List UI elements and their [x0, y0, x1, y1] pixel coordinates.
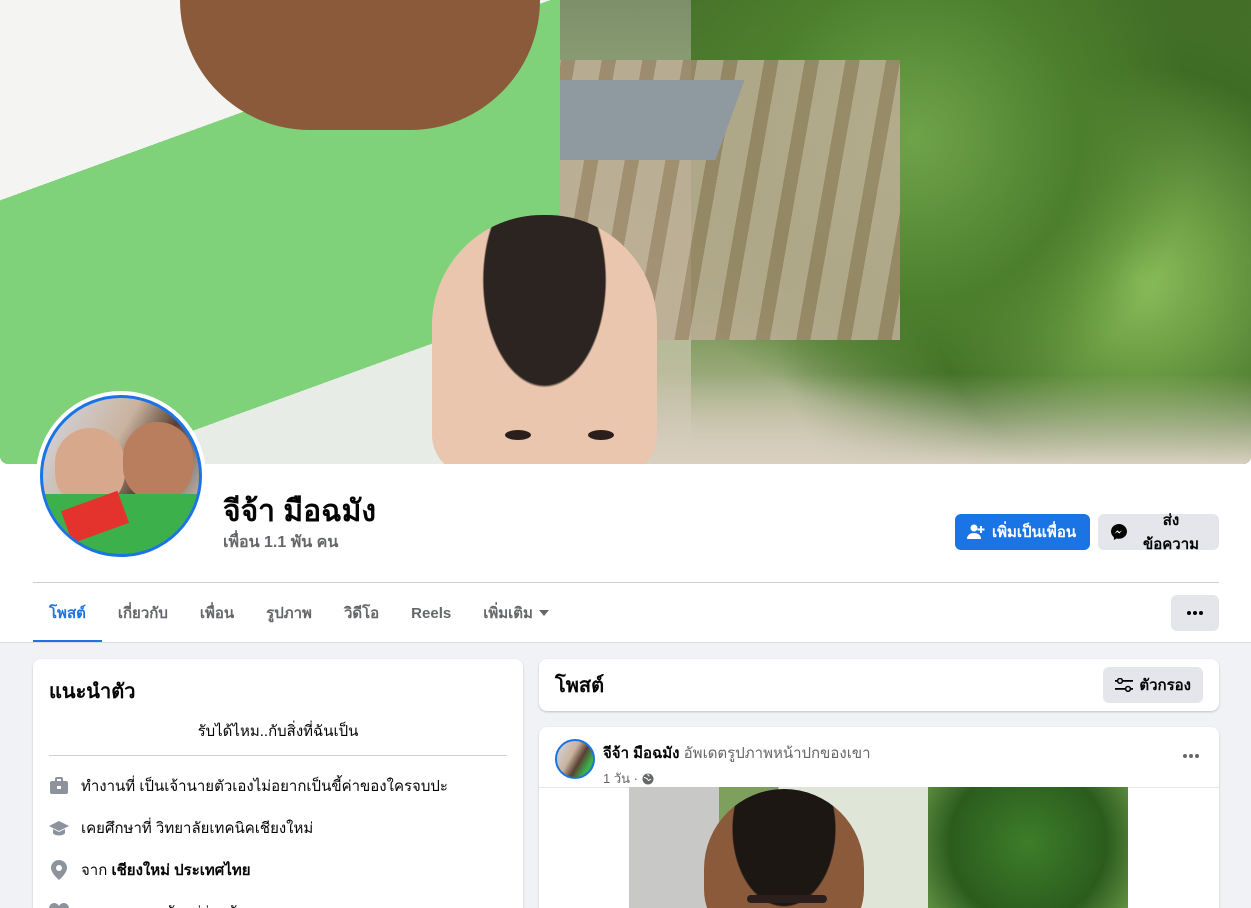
- tab-label: เกี่ยวกับ: [117, 605, 168, 622]
- relationship-text: คบหาแบบอาศัยอยู่ร่วมกัน: [81, 900, 247, 908]
- tab-label: โพสต์: [49, 605, 86, 622]
- filter-label: ตัวกรอง: [1139, 677, 1191, 694]
- graduation-cap-icon: [49, 818, 69, 838]
- post-header: จีจ้า มือฉมัง อัพเดตรูปภาพหน้าปกของเขา 1…: [555, 739, 871, 789]
- globe-icon: [642, 773, 654, 784]
- intro-relationship: คบหาแบบอาศัยอยู่ร่วมกัน: [49, 900, 507, 908]
- messenger-icon: [1111, 524, 1127, 540]
- from-prefix: จาก: [81, 862, 108, 879]
- filter-sliders-icon: [1115, 678, 1134, 692]
- tab-label: รูปภาพ: [266, 605, 312, 622]
- briefcase-icon: [49, 776, 69, 796]
- intro-card: แนะนำตัว รับได้ไหม..กับสิ่งที่ฉันเป็น ทำ…: [33, 659, 523, 908]
- post-photo[interactable]: [629, 787, 1128, 908]
- post-action-text: อัพเดตรูปภาพหน้าปกของเขา: [683, 745, 871, 762]
- post-timestamp[interactable]: 1 วัน ·: [603, 768, 638, 789]
- tab-videos[interactable]: วิดีโอ: [328, 583, 395, 643]
- tab-more[interactable]: เพิ่มเติม: [467, 583, 565, 643]
- add-friend-button[interactable]: เพิ่มเป็นเพื่อน: [955, 514, 1090, 550]
- tab-friends[interactable]: เพื่อน: [184, 583, 250, 643]
- cover-photo[interactable]: [0, 0, 1251, 464]
- intro-title: แนะนำตัว: [49, 681, 136, 703]
- post-author-avatar[interactable]: [555, 739, 595, 779]
- tab-reels[interactable]: Reels: [395, 583, 467, 643]
- from-place-link[interactable]: เชียงใหม่ ประเทศไทย: [111, 862, 250, 879]
- post-options-button[interactable]: [1183, 745, 1199, 763]
- tab-label: Reels: [411, 604, 452, 622]
- more-dots-icon: [1183, 754, 1199, 758]
- heart-icon: [49, 902, 69, 908]
- bio-text: รับได้ไหม..กับสิ่งที่ฉันเป็น: [49, 719, 507, 756]
- posts-header-card: โพสต์ ตัวกรอง: [539, 659, 1219, 711]
- tab-label: เพิ่มเติม: [483, 605, 533, 622]
- tab-posts[interactable]: โพสต์: [33, 583, 102, 643]
- tab-label: วิดีโอ: [343, 605, 380, 622]
- header-shadow: [0, 642, 1251, 643]
- caret-down-icon: [538, 610, 549, 616]
- tab-about[interactable]: เกี่ยวกับ: [102, 583, 184, 643]
- intro-work: ทำงานที่ เป็นเจ้านายตัวเองไม่อยากเป็นขี้…: [49, 774, 507, 798]
- filter-button[interactable]: ตัวกรอง: [1103, 667, 1203, 703]
- post-author-name[interactable]: จีจ้า มือฉมัง: [603, 745, 680, 762]
- profile-picture[interactable]: [36, 391, 206, 561]
- person-plus-icon: [967, 524, 985, 539]
- intro-education: เคยศึกษาที่ วิทยาลัยเทคนิคเชียงใหม่: [49, 816, 507, 840]
- tab-label: เพื่อน: [199, 605, 235, 622]
- message-label: ส่งข้อความ: [1142, 512, 1200, 553]
- post-card: จีจ้า มือฉมัง อัพเดตรูปภาพหน้าปกของเขา 1…: [539, 727, 1219, 908]
- profile-header: จีจ้า มือฉมัง เพื่อน 1.1 พัน คน เพิ่มเป็…: [0, 0, 1251, 643]
- message-button[interactable]: ส่งข้อความ: [1098, 512, 1219, 553]
- work-text: ทำงานที่ เป็นเจ้านายตัวเองไม่อยากเป็นขี้…: [81, 778, 448, 795]
- intro-location: จาก เชียงใหม่ ประเทศไทย: [49, 858, 507, 882]
- more-options-button[interactable]: [1171, 595, 1219, 631]
- profile-tabs: โพสต์ เกี่ยวกับ เพื่อน รูปภาพ วิดีโอ Ree…: [33, 583, 565, 643]
- education-text: เคยศึกษาที่ วิทยาลัยเทคนิคเชียงใหม่: [81, 820, 314, 837]
- location-pin-icon: [49, 860, 69, 880]
- posts-title: โพสต์: [555, 675, 605, 697]
- friends-count[interactable]: เพื่อน 1.1 พัน คน: [223, 530, 338, 555]
- more-dots-icon: [1187, 611, 1203, 615]
- tab-photos[interactable]: รูปภาพ: [250, 583, 328, 643]
- add-friend-label: เพิ่มเป็นเพื่อน: [992, 524, 1077, 541]
- profile-name: จีจ้า มือฉมัง: [223, 495, 376, 528]
